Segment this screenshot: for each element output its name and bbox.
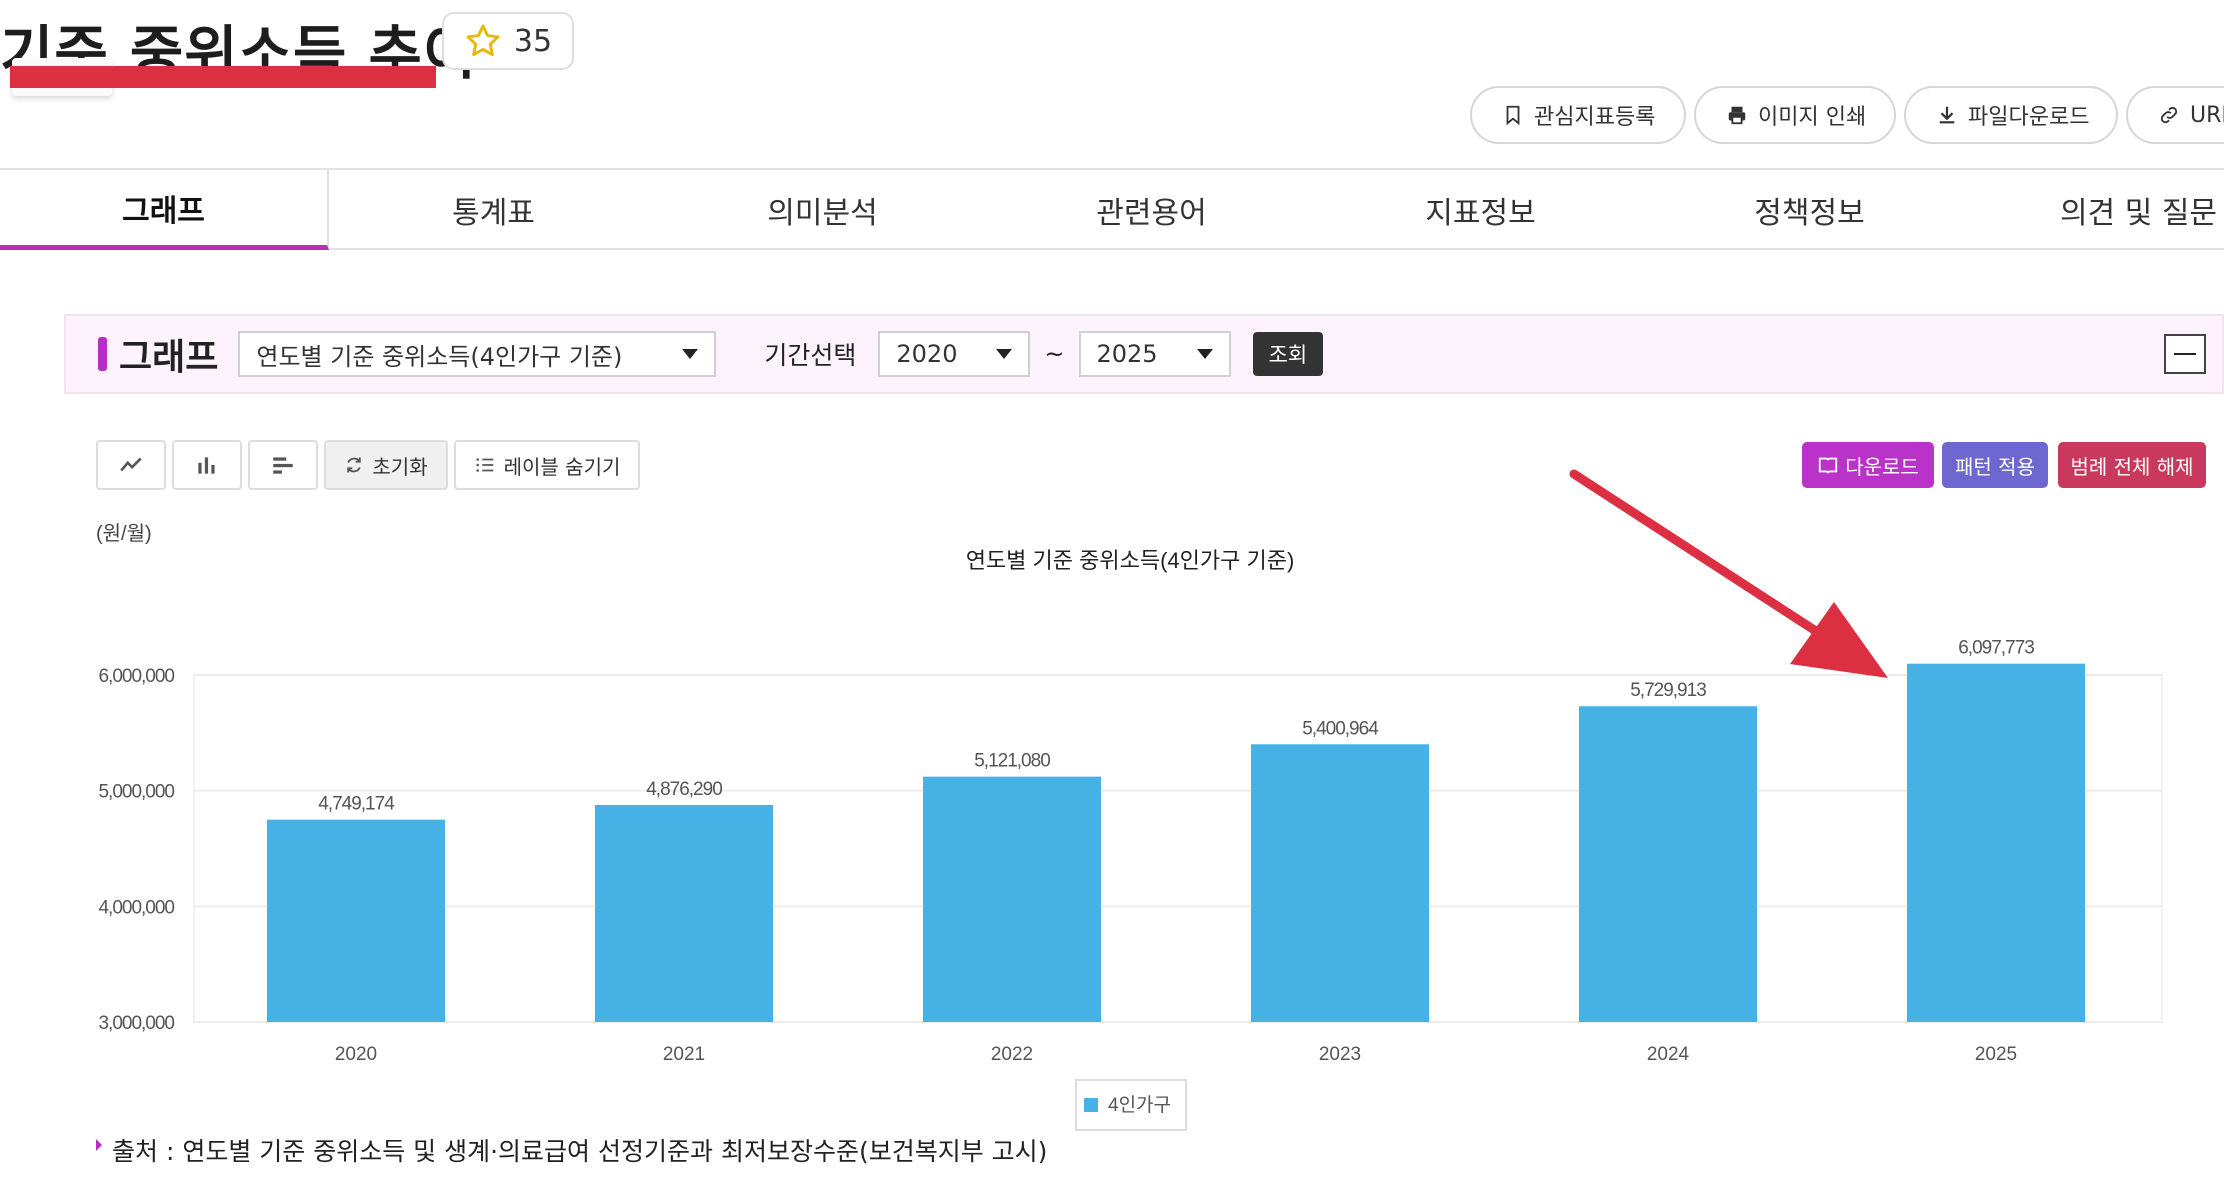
- bullet-icon: [96, 1139, 102, 1151]
- bar-value-label: 4,749,174: [318, 794, 395, 815]
- section-accent: [98, 337, 107, 371]
- search-button[interactable]: 조회: [1252, 332, 1324, 376]
- bar: [595, 804, 773, 1022]
- x-tick-label: 2021: [663, 1044, 705, 1065]
- line-chart-icon: [120, 457, 142, 472]
- indicator-select[interactable]: 연도별 기준 중위소득(4인가구 기준): [238, 331, 717, 377]
- unit-label: (원/월): [96, 522, 152, 545]
- plot-area: [193, 674, 2163, 1023]
- range-separator: ~: [1044, 340, 1065, 368]
- bar-value-label: 6,097,773: [1958, 638, 2034, 659]
- tab-analysis[interactable]: 의미분석: [658, 170, 987, 250]
- bar-value-label: 5,121,080: [974, 751, 1050, 772]
- bookmark-button[interactable]: 관심지표등록: [1470, 86, 1686, 144]
- x-tick-label: 2024: [1647, 1044, 1690, 1065]
- tab-policy-info[interactable]: 정책정보: [1645, 170, 1974, 250]
- bar: [267, 819, 445, 1022]
- file-download-button[interactable]: 파일다운로드: [1904, 86, 2118, 144]
- horizontal-bar-button[interactable]: [248, 440, 318, 490]
- y-tick-label: 5,000,000: [98, 782, 174, 803]
- chevron-down-icon: [1196, 349, 1213, 359]
- x-tick-label: 2022: [991, 1044, 1033, 1065]
- book-icon: [1819, 457, 1838, 474]
- chart-title: 연도별 기준 중위소득(4인가구 기준): [966, 548, 1295, 573]
- star-icon: [466, 24, 500, 57]
- chart-download-button[interactable]: 다운로드: [1802, 442, 1934, 488]
- chevron-down-icon: [996, 349, 1013, 359]
- tab-related-terms[interactable]: 관련용어: [987, 170, 1316, 250]
- legend-clear-button[interactable]: 범례 전체 해제: [2058, 442, 2206, 488]
- tab-questions[interactable]: 의견 및 질문: [1974, 170, 2224, 250]
- bar: [923, 776, 1101, 1022]
- bar-value-label: 4,876,290: [646, 779, 722, 800]
- title-highlight-underline: [10, 66, 436, 88]
- graph-control-bar: 그래프 연도별 기준 중위소득(4인가구 기준) 기간선택 2020 ~ 202…: [64, 314, 2224, 394]
- period-label: 기간선택: [764, 341, 857, 370]
- collapse-button[interactable]: [2164, 334, 2206, 374]
- horizontal-bar-icon: [273, 457, 293, 474]
- refresh-icon: [347, 457, 362, 473]
- link-icon: [2160, 106, 2178, 124]
- y-tick-label: 4,000,000: [98, 897, 174, 918]
- bar: [1251, 744, 1429, 1022]
- pattern-apply-button[interactable]: 패턴 적용: [1942, 442, 2048, 488]
- url-copy-button[interactable]: URL: [2126, 86, 2224, 144]
- bar-chart-icon: [198, 457, 215, 474]
- legend-label: 4인가구: [1108, 1094, 1171, 1116]
- printer-icon: [1728, 106, 1746, 125]
- bar: [1907, 663, 2085, 1022]
- from-year-select[interactable]: 2020: [878, 331, 1031, 377]
- x-tick-label: 2020: [335, 1044, 377, 1065]
- to-year-select[interactable]: 2025: [1078, 331, 1231, 377]
- bookmark-icon: [1506, 105, 1520, 126]
- favorite-button[interactable]: 35: [442, 12, 574, 70]
- bar-value-label: 5,400,964: [1302, 718, 1379, 739]
- bar: [1579, 706, 1757, 1022]
- hide-labels-button[interactable]: 레이블 숨기기: [454, 440, 640, 490]
- tab-graph[interactable]: 그래프: [0, 170, 329, 250]
- section-label: 그래프: [119, 337, 219, 378]
- tab-bar: 그래프 통계표 의미분석 관련용어 지표정보 정책정보 의견 및 질문: [0, 168, 2224, 250]
- bar-chart: (원/월) 연도별 기준 중위소득(4인가구 기준) 3,000,000 4,000,…: [96, 522, 2163, 1131]
- tab-indicator-info[interactable]: 지표정보: [1316, 170, 1645, 250]
- chevron-down-icon: [682, 349, 699, 359]
- y-tick-label: 6,000,000: [98, 666, 174, 687]
- list-icon: [475, 458, 493, 472]
- y-tick-label: 3,000,000: [98, 1013, 174, 1034]
- source-note: 출처 : 연도별 기준 중위소득 및 생계·의료급여 선정기준과 최저보장수준(…: [96, 1132, 1047, 1168]
- bar-value-label: 5,729,913: [1630, 680, 1706, 701]
- tab-stat-table[interactable]: 통계표: [329, 170, 658, 250]
- bar-chart-button[interactable]: [172, 440, 242, 490]
- star-count: 35: [513, 23, 553, 59]
- print-image-button[interactable]: 이미지 인쇄: [1694, 86, 1896, 144]
- x-tick-label: 2025: [1975, 1044, 2017, 1065]
- x-tick-label: 2023: [1319, 1044, 1361, 1065]
- reset-button[interactable]: 초기화: [324, 440, 448, 490]
- legend-swatch: [1084, 1098, 1098, 1112]
- minus-icon: [2174, 353, 2196, 355]
- line-chart-button[interactable]: [96, 440, 166, 490]
- download-icon: [1939, 106, 1955, 124]
